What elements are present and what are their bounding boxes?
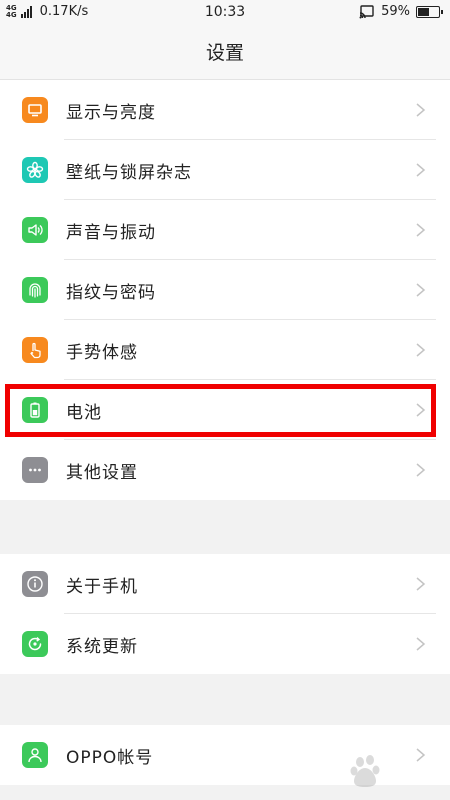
chevron-right-icon xyxy=(416,103,426,117)
settings-item-wallpaper[interactable]: 壁纸与锁屏杂志 xyxy=(0,140,450,200)
baidu-paw-watermark xyxy=(350,755,380,787)
chevron-right-icon xyxy=(416,637,426,651)
status-right: 59% xyxy=(359,4,443,19)
display-icon xyxy=(22,97,48,123)
settings-item-fingerprint[interactable]: 指纹与密码 xyxy=(0,260,450,320)
settings-item-other[interactable]: 其他设置 xyxy=(0,440,450,500)
cast-icon xyxy=(359,4,374,18)
wallpaper-flower-icon xyxy=(22,157,48,183)
page-title: 设置 xyxy=(205,42,244,64)
settings-item-label: OPPO帐号 xyxy=(66,747,154,768)
fingerprint-icon xyxy=(22,277,48,303)
settings-item-about-phone[interactable]: 关于手机 xyxy=(0,554,450,614)
chevron-right-icon xyxy=(416,577,426,591)
info-icon xyxy=(22,571,48,597)
chevron-right-icon xyxy=(416,463,426,477)
settings-item-system-update[interactable]: 系统更新 xyxy=(0,614,450,674)
settings-group-main: 显示与亮度 壁纸与锁屏杂志 声音与振动 指纹与密码 手势体感 电池 其他设置 xyxy=(0,80,450,500)
chevron-right-icon xyxy=(416,343,426,357)
chevron-right-icon xyxy=(416,283,426,297)
settings-item-battery[interactable]: 电池 xyxy=(0,380,450,440)
settings-item-display[interactable]: 显示与亮度 xyxy=(0,80,450,140)
status-bar: 4G 4G 0.17K/s 10:33 59% xyxy=(0,0,450,24)
battery-icon xyxy=(22,397,48,423)
settings-item-label: 指纹与密码 xyxy=(66,282,156,303)
settings-item-label: 其他设置 xyxy=(66,462,138,483)
settings-group-system: 关于手机 系统更新 xyxy=(0,554,450,674)
settings-item-label: 手势体感 xyxy=(66,342,138,363)
battery-status-icon xyxy=(416,5,443,18)
update-icon xyxy=(22,631,48,657)
account-icon xyxy=(22,742,48,768)
settings-item-label: 系统更新 xyxy=(66,636,138,657)
chevron-right-icon xyxy=(416,403,426,417)
settings-item-sound[interactable]: 声音与振动 xyxy=(0,200,450,260)
settings-item-label: 关于手机 xyxy=(66,576,138,597)
chevron-right-icon xyxy=(416,163,426,177)
settings-item-label: 声音与振动 xyxy=(66,222,156,243)
settings-item-gesture[interactable]: 手势体感 xyxy=(0,320,450,380)
settings-item-label: 壁纸与锁屏杂志 xyxy=(66,162,192,183)
battery-fill xyxy=(418,7,429,16)
more-dots-icon xyxy=(22,457,48,483)
battery-percent: 59% xyxy=(381,4,410,19)
chevron-right-icon xyxy=(416,223,426,237)
speaker-icon xyxy=(22,217,48,243)
gesture-hand-icon xyxy=(22,337,48,363)
nav-bar: 设置 xyxy=(0,24,450,80)
settings-item-label: 显示与亮度 xyxy=(66,102,156,123)
settings-item-label: 电池 xyxy=(66,402,102,423)
